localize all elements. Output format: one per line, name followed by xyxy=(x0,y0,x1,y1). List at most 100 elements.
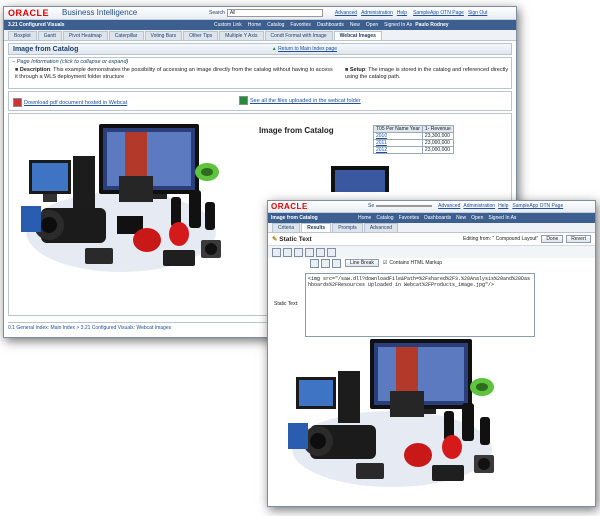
home-link[interactable]: Home xyxy=(358,215,371,221)
see-all-files-link[interactable]: See all the files uploaded in the webcat… xyxy=(250,98,361,104)
products-image xyxy=(21,122,221,287)
administration-link[interactable]: Administration xyxy=(463,203,495,209)
dashboards-menu[interactable]: Dashboards xyxy=(424,215,451,221)
tab-boxplot[interactable]: Boxplot xyxy=(8,31,37,40)
static-text-input[interactable]: <img src="/saw.dll?downloadFile&Path=%2F… xyxy=(305,273,535,337)
tab-prompts[interactable]: Prompts xyxy=(332,223,363,232)
section-header: Image from Catalog ▲ Return to Main Inde… xyxy=(8,43,512,55)
advanced-link[interactable]: Advanced xyxy=(438,203,460,209)
custom-link[interactable]: Custom Link xyxy=(214,22,242,28)
download-pdf-link[interactable]: Download pdf document hosted in Webcat xyxy=(24,100,127,106)
signed-in-label: Signed In As xyxy=(384,22,413,28)
tab-pivot-heatmap[interactable]: Pivot Heatmap xyxy=(62,31,108,40)
new-menu[interactable]: New xyxy=(350,22,360,28)
static-text-label: Static Text: xyxy=(274,301,299,307)
tab-webcat-images[interactable]: Webcat Images xyxy=(333,31,382,40)
administration-link[interactable]: Administration xyxy=(361,10,393,16)
format-icon[interactable] xyxy=(327,247,336,257)
revenue-table: T05 Per Name Year 1- Revenue 2010 23,300… xyxy=(373,125,454,154)
underline-icon[interactable] xyxy=(332,258,341,268)
bold-icon[interactable] xyxy=(310,258,319,268)
contains-html-label: Contains HTML Markup xyxy=(389,260,443,266)
bullet-icon: ■ xyxy=(15,67,19,73)
view-toolbar xyxy=(268,246,595,258)
description-text: : This example demonstrates the possibil… xyxy=(15,67,333,80)
table-cell: 23,000,000 xyxy=(421,139,454,147)
view-icon[interactable] xyxy=(316,247,325,257)
search-input[interactable] xyxy=(376,205,433,207)
pencil-icon: ✎ xyxy=(272,236,278,243)
setup-label: Setup xyxy=(349,67,366,73)
editor-menu-bar: Image from Catalog Home Catalog Favorite… xyxy=(268,213,595,223)
advanced-link[interactable]: Advanced xyxy=(335,10,357,16)
return-main-index-link[interactable]: Return to Main Index page xyxy=(278,46,337,52)
tab-multiple-y-axis[interactable]: Multiple Y Axis xyxy=(219,31,264,40)
oracle-logo: ORACLE xyxy=(271,202,308,211)
view-header: ✎ Static Text Editing from: " Compound L… xyxy=(268,233,595,246)
new-menu[interactable]: New xyxy=(456,215,466,221)
editing-from-label: Editing from: " Compound Layout" xyxy=(463,236,539,242)
table-header: T05 Per Name Year xyxy=(373,125,423,133)
tab-caterpillar[interactable]: Caterpillar xyxy=(108,31,144,40)
description-label: Description xyxy=(19,67,51,73)
links-panel: Download pdf document hosted in Webcat S… xyxy=(8,91,512,111)
collapse-icon: − xyxy=(12,59,16,65)
properties-icon[interactable] xyxy=(305,247,314,257)
print-icon[interactable] xyxy=(272,247,281,257)
search-scope-select[interactable]: All xyxy=(226,9,323,17)
help-menu[interactable]: Help xyxy=(498,203,508,209)
favorites-menu[interactable]: Favorites xyxy=(290,22,311,28)
search-label: Se xyxy=(368,203,375,209)
dashboards-menu[interactable]: Dashboards xyxy=(317,22,344,28)
table-header: 1- Revenue xyxy=(421,125,454,133)
page-info-panel: − Page Information (click to collapse or… xyxy=(8,57,512,89)
italic-icon[interactable] xyxy=(321,258,330,268)
favorites-menu[interactable]: Favorites xyxy=(399,215,420,221)
home-link[interactable]: Home xyxy=(248,22,261,28)
user-menu[interactable]: Paulo Rodney xyxy=(415,22,448,28)
products-image-preview xyxy=(282,337,500,497)
table-cell[interactable]: 2012 xyxy=(373,146,423,154)
tab-voting-bars[interactable]: Voting Bars xyxy=(144,31,183,40)
editor-tabs: Criteria Results Prompts Advanced xyxy=(268,223,595,233)
table-cell: 23,300,000 xyxy=(421,132,454,140)
folder-icon xyxy=(239,96,248,105)
oracle-logo: ORACLE xyxy=(8,8,49,18)
catalog-link[interactable]: Catalog xyxy=(267,22,284,28)
tab-gantt[interactable]: Gantt xyxy=(37,31,62,40)
line-break-button[interactable]: Line Break xyxy=(345,259,379,267)
contains-html-checkbox[interactable]: ☑ xyxy=(383,260,387,266)
tab-other-tips[interactable]: Other Tips xyxy=(183,31,219,40)
menu-bar: 3.21 Configured Visuals Custom Link Home… xyxy=(4,20,516,30)
setup-text: : The image is stored in the catalog and… xyxy=(345,67,509,80)
sample-app-link[interactable]: SampleApp OTN Page xyxy=(512,203,563,209)
table-cell[interactable]: 2011 xyxy=(373,139,423,147)
catalog-link[interactable]: Catalog xyxy=(376,215,393,221)
product-name: Business Intelligence xyxy=(62,8,138,17)
signed-in-label: Signed In As xyxy=(488,215,517,221)
table-cell: 23,000,000 xyxy=(421,146,454,154)
tab-results[interactable]: Results xyxy=(301,223,332,232)
help-menu[interactable]: Help xyxy=(397,10,407,16)
view-title: Static Text xyxy=(279,236,312,243)
table-cell[interactable]: 2010 xyxy=(373,132,423,140)
export-icon[interactable] xyxy=(283,247,292,257)
sign-out-link[interactable]: Sign Out xyxy=(468,10,487,16)
done-button[interactable]: Done xyxy=(541,235,564,243)
products-image-thumb xyxy=(325,162,395,192)
table-row: 2010 23,300,000 xyxy=(373,132,454,140)
sample-app-link[interactable]: SampleApp OTN Page xyxy=(413,10,464,16)
refresh-icon[interactable] xyxy=(294,247,303,257)
home-icon: ▲ xyxy=(271,46,277,52)
editor-header: ORACLE Se Advanced Administration Help S… xyxy=(268,201,595,213)
format-toolbar: Line Break ☑ Contains HTML Markup xyxy=(268,258,595,268)
open-menu[interactable]: Open xyxy=(471,215,483,221)
tab-condt-format[interactable]: Condt Format with Image xyxy=(264,31,333,40)
revert-button[interactable]: Revert xyxy=(566,235,591,243)
tab-criteria[interactable]: Criteria xyxy=(272,223,301,232)
table-row: 2012 23,000,000 xyxy=(373,146,454,154)
tab-advanced[interactable]: Advanced xyxy=(363,223,399,232)
page-info-toggle[interactable]: − Page Information (click to collapse or… xyxy=(12,59,128,65)
bullet-icon: ■ xyxy=(345,67,349,73)
open-menu[interactable]: Open xyxy=(366,22,378,28)
